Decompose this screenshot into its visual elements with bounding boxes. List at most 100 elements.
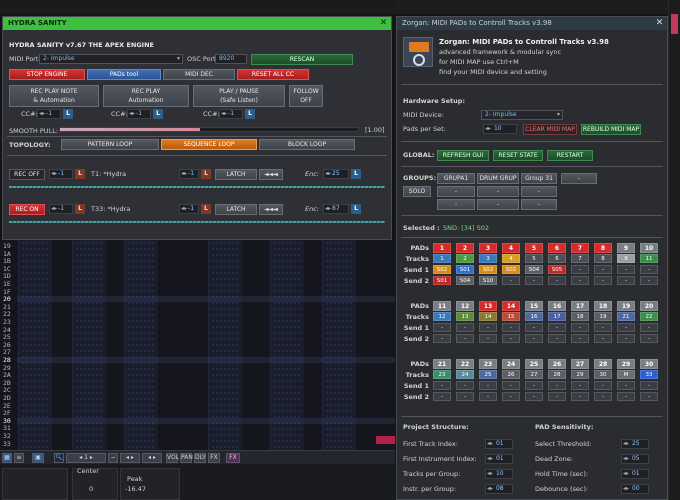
track-cell[interactable]: 24 [456, 370, 474, 379]
send-cell[interactable]: - [502, 334, 520, 343]
send-cell[interactable]: - [640, 323, 658, 332]
group-button-1[interactable]: GRUPA1 [437, 173, 475, 184]
pattern-editor[interactable]: 19 1A 1B 1C 1D 1E 1F 20 21 22 23 24 25 26 27 28 29 2A 2B 2C… [0, 240, 395, 450]
bb-item-vol[interactable]: VOL [166, 453, 179, 463]
track-cell[interactable]: 3 [479, 254, 497, 263]
send-cell[interactable]: S02 [479, 265, 497, 274]
block-loop-button[interactable]: BLOCK LOOP [259, 139, 355, 150]
rescan-button[interactable]: RESCAN [251, 54, 353, 65]
track-cell[interactable]: 6 [548, 254, 566, 263]
pad-button[interactable]: 11 [433, 301, 451, 311]
send-cell[interactable]: - [640, 392, 658, 401]
send-cell[interactable]: - [640, 381, 658, 390]
pad-button[interactable]: 6 [548, 243, 566, 253]
smooth-pull-slider[interactable] [59, 127, 359, 132]
spinner-a[interactable]: ◂ ▸ [120, 453, 140, 463]
track-2-enc-learn[interactable]: L [351, 204, 361, 214]
rec-play-note-button[interactable]: REC PLAY NOTE & Automation [9, 85, 99, 107]
send-cell[interactable]: - [571, 381, 589, 390]
track-cell[interactable]: 7 [571, 254, 589, 263]
cc-learn-2[interactable]: L [153, 109, 163, 119]
group-slot-8[interactable]: - [437, 199, 475, 210]
send-cell[interactable]: - [548, 392, 566, 401]
send-cell[interactable]: - [571, 323, 589, 332]
pad-button[interactable]: 9 [617, 243, 635, 253]
sensitivity-row-spinner[interactable]: ◂▸ 25 [621, 439, 649, 449]
rebuild-midi-map-button[interactable]: REBUILD MIDI MAP [581, 124, 641, 135]
track-cell[interactable]: 19 [594, 312, 612, 321]
send-cell[interactable]: - [594, 381, 612, 390]
track-2-learn[interactable]: L [75, 204, 85, 214]
send-cell[interactable]: - [456, 334, 474, 343]
send-cell[interactable]: - [571, 392, 589, 401]
send-cell[interactable]: - [502, 276, 520, 285]
rec-toggle-track-1[interactable]: REC OFF [9, 169, 45, 180]
pad-button[interactable]: 16 [548, 301, 566, 311]
send-cell[interactable]: S04 [525, 265, 543, 274]
track-cell[interactable]: 11 [640, 254, 658, 263]
send-cell[interactable]: - [594, 323, 612, 332]
send-cell[interactable]: - [594, 265, 612, 274]
pad-button[interactable]: 4 [502, 243, 520, 253]
track-cell[interactable]: 15 [502, 312, 520, 321]
grid-icon[interactable]: ▦ [2, 453, 12, 463]
track-1-spinner-2[interactable]: ◂▸-1 [179, 169, 199, 179]
track-cell[interactable]: 29 [571, 370, 589, 379]
send-cell[interactable]: - [433, 323, 451, 332]
send-cell[interactable]: - [525, 323, 543, 332]
sequence-loop-button[interactable]: SEQUENCE LOOP [161, 139, 257, 150]
pad-button[interactable]: 20 [640, 301, 658, 311]
send-cell[interactable]: - [502, 323, 520, 332]
reset-all-cc-button[interactable]: RESET ALL CC [237, 69, 309, 80]
send-cell[interactable]: S02 [502, 265, 520, 274]
send-cell[interactable]: - [479, 323, 497, 332]
pad-button[interactable]: 10 [640, 243, 658, 253]
rec-toggle-track-2[interactable]: REC ON [9, 204, 45, 215]
group-slot-10[interactable]: - [521, 199, 557, 210]
sensitivity-row-spinner[interactable]: ◂▸ 05 [621, 454, 649, 464]
send-cell[interactable]: S05 [548, 265, 566, 274]
pad-button[interactable]: 29 [617, 359, 635, 369]
send-cell[interactable]: - [548, 334, 566, 343]
track-cell[interactable]: 8 [594, 254, 612, 263]
cc-spinner-1[interactable]: ◂▸-1 [37, 109, 61, 119]
track-1-enc-learn[interactable]: L [351, 169, 361, 179]
midi-device-select[interactable]: 2- Impulse ▾ [481, 110, 563, 120]
pad-button[interactable]: 17 [571, 301, 589, 311]
send-cell[interactable]: - [594, 334, 612, 343]
pad-button[interactable]: 7 [571, 243, 589, 253]
send-cell[interactable]: - [617, 265, 635, 274]
bb-item-pan[interactable]: PAN [180, 453, 193, 463]
track-1-enc-spinner[interactable]: ◂▸25 [323, 169, 349, 179]
track-cell[interactable]: 5 [525, 254, 543, 263]
pad-button[interactable]: 1 [433, 243, 451, 253]
track-1-spinner[interactable]: ◂▸-1 [49, 169, 73, 179]
project-row-spinner[interactable]: ◂▸ 01 [485, 454, 513, 464]
close-icon[interactable]: ✕ [378, 18, 389, 29]
bb-item-fx[interactable]: FX [208, 453, 220, 463]
send-cell[interactable]: - [594, 392, 612, 401]
send-cell[interactable]: - [479, 392, 497, 401]
track-cell[interactable]: 9 [617, 254, 635, 263]
track-cell[interactable]: 27 [525, 370, 543, 379]
track-cell[interactable]: 25 [479, 370, 497, 379]
pad-button[interactable]: 22 [456, 359, 474, 369]
pad-button[interactable]: 18 [594, 301, 612, 311]
send-cell[interactable]: - [502, 392, 520, 401]
refresh-gui-button[interactable]: REFRESH GUI [437, 150, 489, 161]
send-cell[interactable]: S01 [456, 265, 474, 274]
sensitivity-row-spinner[interactable]: ◂▸ 00 [621, 484, 649, 494]
track-cell[interactable]: 13 [456, 312, 474, 321]
send-cell[interactable]: - [433, 392, 451, 401]
pad-button[interactable]: 15 [525, 301, 543, 311]
project-row-spinner[interactable]: ◂▸ 10 [485, 469, 513, 479]
pad-button[interactable]: 28 [594, 359, 612, 369]
send-cell[interactable]: S04 [456, 276, 474, 285]
track-1-learn-2[interactable]: L [201, 169, 211, 179]
send-cell[interactable]: - [479, 381, 497, 390]
send-cell[interactable]: - [433, 334, 451, 343]
track-cell[interactable]: 28 [548, 370, 566, 379]
send-cell[interactable]: - [640, 276, 658, 285]
send-cell[interactable]: S02 [433, 265, 451, 274]
track-1-latch-button[interactable]: LATCH [215, 169, 257, 180]
